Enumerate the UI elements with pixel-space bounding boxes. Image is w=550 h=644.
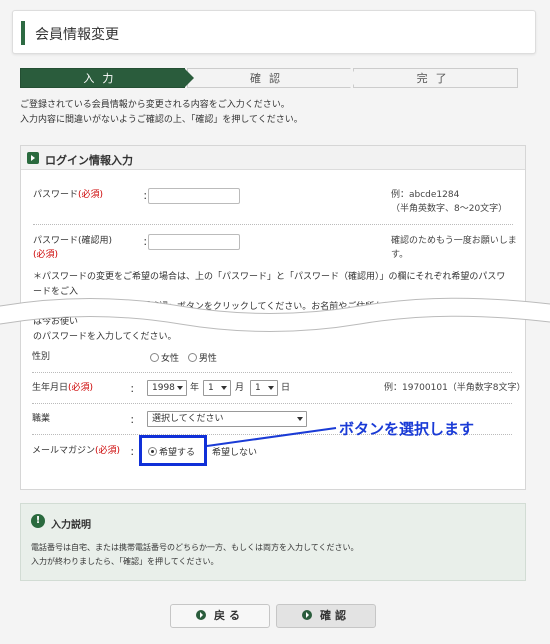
help-title: 入力説明 [51,520,91,531]
gender-options: 女性 男性 [150,351,217,364]
confirm-button-label: 確認 [320,609,350,622]
day-unit: 日 [281,383,291,393]
mail-magazine-no-option[interactable]: 希望しない [212,445,257,458]
intro-text: ご登録されている会員情報から変更される内容をご入力ください。 入力内容に間違いが… [20,98,303,128]
password-note-line-1: 例：abcde1284 [391,190,460,200]
colon: ： [130,385,140,395]
step-complete-label: 完了 [416,72,455,85]
radio-icon[interactable] [187,353,197,362]
step-input: 入力 [20,68,194,88]
year-unit: 年 [190,383,200,393]
required-mark: (必須) [33,250,59,260]
birth-month-value: 1 [208,383,214,393]
password-confirm-label-text: パスワード(確認用) [33,236,113,246]
back-button-label: 戻る [214,609,244,622]
help-line-2: 入力が終わりましたら、「確認」を押してください。 [31,557,219,566]
step-confirm: 確認 [186,68,360,88]
page: 会員情報変更 入力 確認 完了 ご登録されている会員情報から変更される内容をご入… [0,0,550,644]
password-confirm-input[interactable] [148,234,240,250]
annotation-highlight-box [139,435,207,466]
password-input[interactable] [148,188,240,204]
row-divider [32,403,512,404]
gender-female-label: 女性 [161,354,180,364]
password-label-text: パスワード [33,190,79,200]
title-bar: 会員情報変更 [12,10,536,54]
birth-year-value: 1998 [152,383,175,393]
month-unit: 月 [235,383,245,393]
annotation-text: ボタンを選択します [339,420,475,438]
intro-line-2: 入力内容に間違いがないようご確認の上、「確認」を押してください。 [20,115,303,125]
required-mark: (必須) [78,190,104,200]
job-value: 選択してください [152,414,224,424]
exclamation-icon: ! [31,514,45,528]
gender-label: 性別 [32,352,51,362]
colon: ： [130,448,140,458]
password-confirm-label: パスワード(確認用) (必須) [33,234,112,262]
title-accent [21,21,25,45]
password-confirm-note-line-1: 確認のためもう一度お願いしま [391,236,517,246]
caret-down-icon [268,386,274,390]
mail-magazine-label: メールマガジン(必須) [32,444,120,458]
help-text: 電話番号は自宅、または携帯電話番号のどちらか一方、もしくは両方を入力してください… [31,541,359,569]
confirm-button[interactable]: 確認 [276,604,376,628]
gender-male-option[interactable]: 男性 [187,353,217,364]
back-button[interactable]: 戻る [170,604,270,628]
birth-day-select[interactable]: 1 [250,380,278,396]
radio-icon[interactable] [150,353,159,362]
birth-note: 例：19700101（半角数字8文字） [384,383,526,393]
caret-down-icon [177,386,183,390]
birth-day-value: 1 [255,383,261,393]
step-confirm-label: 確認 [250,72,288,85]
colon: ： [130,416,140,426]
gender-female-option[interactable]: 女性 [150,353,180,364]
arrow-circle-icon [302,610,312,620]
caret-down-icon [221,386,227,390]
page-cut-separator [0,297,550,332]
mail-magazine-label-text: メールマガジン [32,446,96,456]
help-panel: ! 入力説明 電話番号は自宅、または携帯電話番号のどちらか一方、もしくは両方を入… [20,503,526,581]
page-title: 会員情報変更 [35,27,119,43]
step-complete: 完了 [353,68,519,88]
caret-down-icon [297,417,303,421]
password-note-line-2: （半角英数字、8～20文字） [391,204,508,214]
help-line-1: 電話番号は自宅、または携帯電話番号のどちらか一方、もしくは両方を入力してください… [31,543,359,552]
password-note: 例：abcde1284 （半角英数字、8～20文字） [391,188,507,216]
required-mark: (必須) [95,446,121,456]
gender-male-label: 男性 [198,354,217,364]
required-mark: (必須) [68,383,94,393]
arrow-right-icon [27,152,39,164]
arrow-circle-icon [196,610,206,620]
birth-month-select[interactable]: 1 [203,380,231,396]
job-label: 職業 [32,414,51,424]
row-divider [33,224,513,225]
mail-no-label: 希望しない [212,448,258,458]
password-confirm-note: 確認のためもう一度お願いしま す。 [391,234,521,262]
birth-year-select[interactable]: 1998 [147,380,187,396]
birth-label: 生年月日(必須) [32,381,93,395]
row-divider [32,372,512,373]
password-label: パスワード(必須) [33,188,103,202]
password-confirm-note-line-2: す。 [391,250,409,260]
job-select[interactable]: 選択してください [147,411,307,427]
birth-label-text: 生年月日 [32,383,69,393]
panel-title: ログイン情報入力 [45,154,133,167]
step-input-label: 入力 [83,72,122,85]
intro-line-1: ご登録されている会員情報から変更される内容をご入力ください。 [20,100,290,110]
panel-header: ログイン情報入力 [21,146,525,170]
step-indicator: 入力 確認 完了 [20,68,520,88]
